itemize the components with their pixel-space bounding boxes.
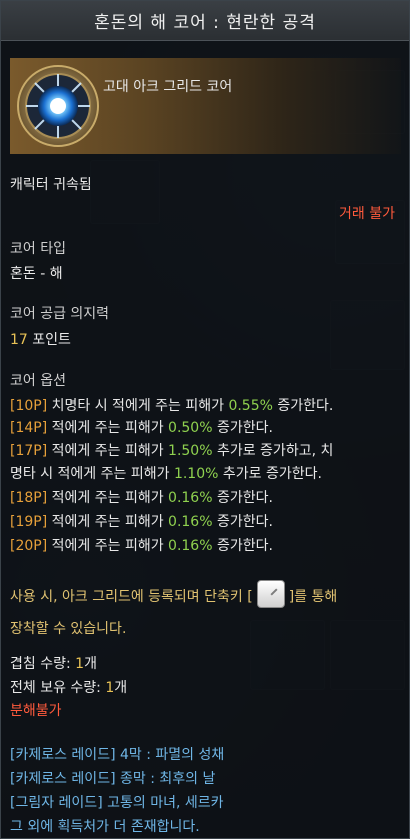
option-text: 추가로 증가한다. (218, 466, 322, 482)
option-line: 명타 시 적에게 주는 피해가 1.10% 추가로 증가한다. (10, 463, 322, 483)
item-tooltip: 혼돈의 해 코어 : 현란한 공격 고대 아크 그리드 코어 캐릭터 귀속됨 거… (0, 0, 410, 839)
option-line: [20P] 적에게 주는 피해가 0.16% 증가한다. (10, 535, 273, 555)
core-supply-unit: 포인트 (27, 332, 71, 348)
core-type-label: 코어 타입 (10, 241, 66, 257)
stack-value: 1 (75, 656, 85, 672)
total-label: 전체 보유 수량: (10, 680, 106, 696)
key-slot-icon (256, 580, 285, 608)
option-value: 0.16% (168, 490, 213, 506)
core-supply-value: 17 포인트 (10, 329, 71, 349)
usage-text: 사용 시, 아크 그리드에 등록되며 단축키 [ (10, 589, 253, 605)
core-type-value: 혼돈 - 해 (10, 266, 63, 282)
usage-text: ]를 통해 (288, 589, 338, 605)
option-text: 증가한다. (212, 490, 273, 506)
bound-status: 캐릭터 귀속됨 (10, 177, 92, 193)
option-tag: [18P] (10, 490, 48, 506)
option-value: 0.16% (168, 514, 213, 530)
option-value: 0.16% (168, 538, 213, 554)
option-line: [19P] 적에게 주는 피해가 0.16% 증가한다. (10, 511, 273, 531)
option-text: 적에게 주는 피해가 (47, 420, 169, 436)
dismantle-status: 분해불가 (10, 703, 62, 719)
usage-line-2: 장착할 수 있습니다. (10, 621, 127, 637)
option-text: 적에게 주는 피해가 (47, 514, 169, 530)
option-value: 0.50% (168, 420, 213, 436)
stack-unit: 개 (84, 656, 97, 672)
option-line: [14P] 적에게 주는 피해가 0.50% 증가한다. (10, 417, 273, 437)
option-text: 적에게 주는 피해가 (47, 443, 169, 459)
source-item: 그 외에 획득처가 더 존재합니다. (10, 819, 200, 835)
option-value: 0.55% (228, 398, 273, 414)
source-item: [카제로스 레이드] 4막 : 파멸의 성채 (10, 747, 225, 763)
total-count: 전체 보유 수량: 1개 (10, 677, 127, 697)
trade-status: 거래 불가 (339, 206, 395, 222)
tooltip-title: 혼돈의 해 코어 : 현란한 공격 (94, 13, 316, 33)
option-tag: [10P] (10, 398, 48, 414)
option-line: [17P] 적에게 주는 피해가 1.50% 추가로 증가하고, 치 (10, 440, 333, 460)
core-supply-number: 17 (10, 332, 28, 348)
option-text: 명타 시 적에게 주는 피해가 (10, 466, 174, 482)
core-supply-label: 코어 공급 의지력 (10, 306, 110, 322)
option-text: 적에게 주는 피해가 (47, 490, 169, 506)
option-value: 1.10% (173, 466, 219, 482)
source-item: [카제로스 레이드] 종막 : 최후의 날 (10, 771, 216, 787)
option-value: 1.50% (168, 443, 213, 459)
item-grade-name: 고대 아크 그리드 코어 (103, 79, 233, 95)
option-line: [10P] 치명타 시 적에게 주는 피해가 0.55% 증가한다. (10, 395, 333, 415)
option-line: [18P] 적에게 주는 피해가 0.16% 증가한다. (10, 487, 273, 507)
usage-line-1: 사용 시, 아크 그리드에 등록되며 단축키 [ ]를 통해 (10, 580, 338, 611)
option-text: 치명타 시 적에게 주는 피해가 (47, 398, 229, 414)
option-text: 증가한다. (212, 514, 273, 530)
stack-label: 겹침 수량: (10, 656, 76, 672)
option-text: 증가한다. (212, 420, 273, 436)
option-text: 증가한다. (272, 398, 334, 414)
option-text: 적에게 주는 피해가 (47, 538, 169, 554)
item-header: 고대 아크 그리드 코어 (10, 58, 401, 154)
total-value: 1 (105, 680, 115, 696)
core-options-label: 코어 옵션 (10, 373, 66, 389)
option-tag: [20P] (10, 538, 48, 554)
stack-count: 겹침 수량: 1개 (10, 653, 97, 673)
option-tag: [17P] (10, 443, 48, 459)
option-text: 추가로 증가하고, 치 (212, 443, 334, 459)
source-item: [그림자 레이드] 고통의 마녀, 세르카 (10, 795, 224, 811)
option-tag: [19P] (10, 514, 48, 530)
tooltip-header: 혼돈의 해 코어 : 현란한 공격 (1, 1, 409, 41)
option-tag: [14P] (10, 420, 48, 436)
option-text: 증가한다. (212, 538, 273, 554)
total-unit: 개 (114, 680, 128, 696)
blue-sun-core-icon (17, 65, 99, 147)
